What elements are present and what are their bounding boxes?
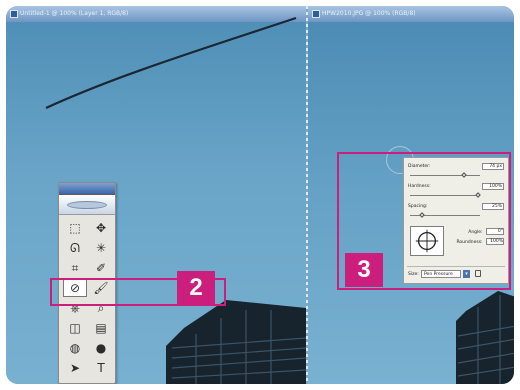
gradient-icon: ▤ <box>95 320 107 335</box>
path-selection-tool[interactable]: ➤ <box>63 358 87 377</box>
crop-tool[interactable]: ⌗ <box>63 258 87 277</box>
marquee-tool[interactable]: ⬚ <box>63 218 87 237</box>
move-icon: ✥ <box>95 220 107 235</box>
document-canvas-left[interactable]: Untitled-1 @ 100% (Layer 1, RGB/8) <box>6 6 306 384</box>
slice-icon: ✐ <box>95 260 107 275</box>
document-title-right: HPW2010.JPG @ 100% (RGB/8) <box>322 10 416 17</box>
marquee-icon: ⬚ <box>69 220 81 235</box>
document-titlebar-right[interactable]: HPW2010.JPG @ 100% (RGB/8) <box>308 6 514 22</box>
blur-tool[interactable]: ◍ <box>63 338 87 357</box>
lasso-icon: ᘏ <box>70 240 80 255</box>
magic-wand-tool[interactable]: ✳ <box>89 238 113 257</box>
blur-icon: ◍ <box>69 340 81 355</box>
tools-palette-header[interactable] <box>59 183 115 195</box>
building-right-graphic <box>456 291 514 384</box>
path-selection-icon: ➤ <box>69 360 81 375</box>
magic-wand-icon: ✳ <box>95 240 107 255</box>
dodge-tool[interactable]: ● <box>89 338 113 357</box>
step-2-badge: 2 <box>177 271 215 305</box>
step-3-badge: 3 <box>345 253 383 287</box>
tools-palette-logo[interactable] <box>59 195 115 215</box>
screenshot-frame: Untitled-1 @ 100% (Layer 1, RGB/8) HPW20… <box>6 6 514 384</box>
document-icon <box>312 10 320 18</box>
lasso-tool[interactable]: ᘏ <box>63 238 87 257</box>
eraser-tool[interactable]: ◫ <box>63 318 87 337</box>
eraser-icon: ◫ <box>69 320 81 335</box>
type-icon: T <box>97 360 105 375</box>
gradient-tool[interactable]: ▤ <box>89 318 113 337</box>
slice-tool[interactable]: ✐ <box>89 258 113 277</box>
crop-icon: ⌗ <box>71 260 79 275</box>
type-tool[interactable]: T <box>89 358 113 377</box>
dodge-icon: ● <box>95 340 107 355</box>
move-tool[interactable]: ✥ <box>89 218 113 237</box>
